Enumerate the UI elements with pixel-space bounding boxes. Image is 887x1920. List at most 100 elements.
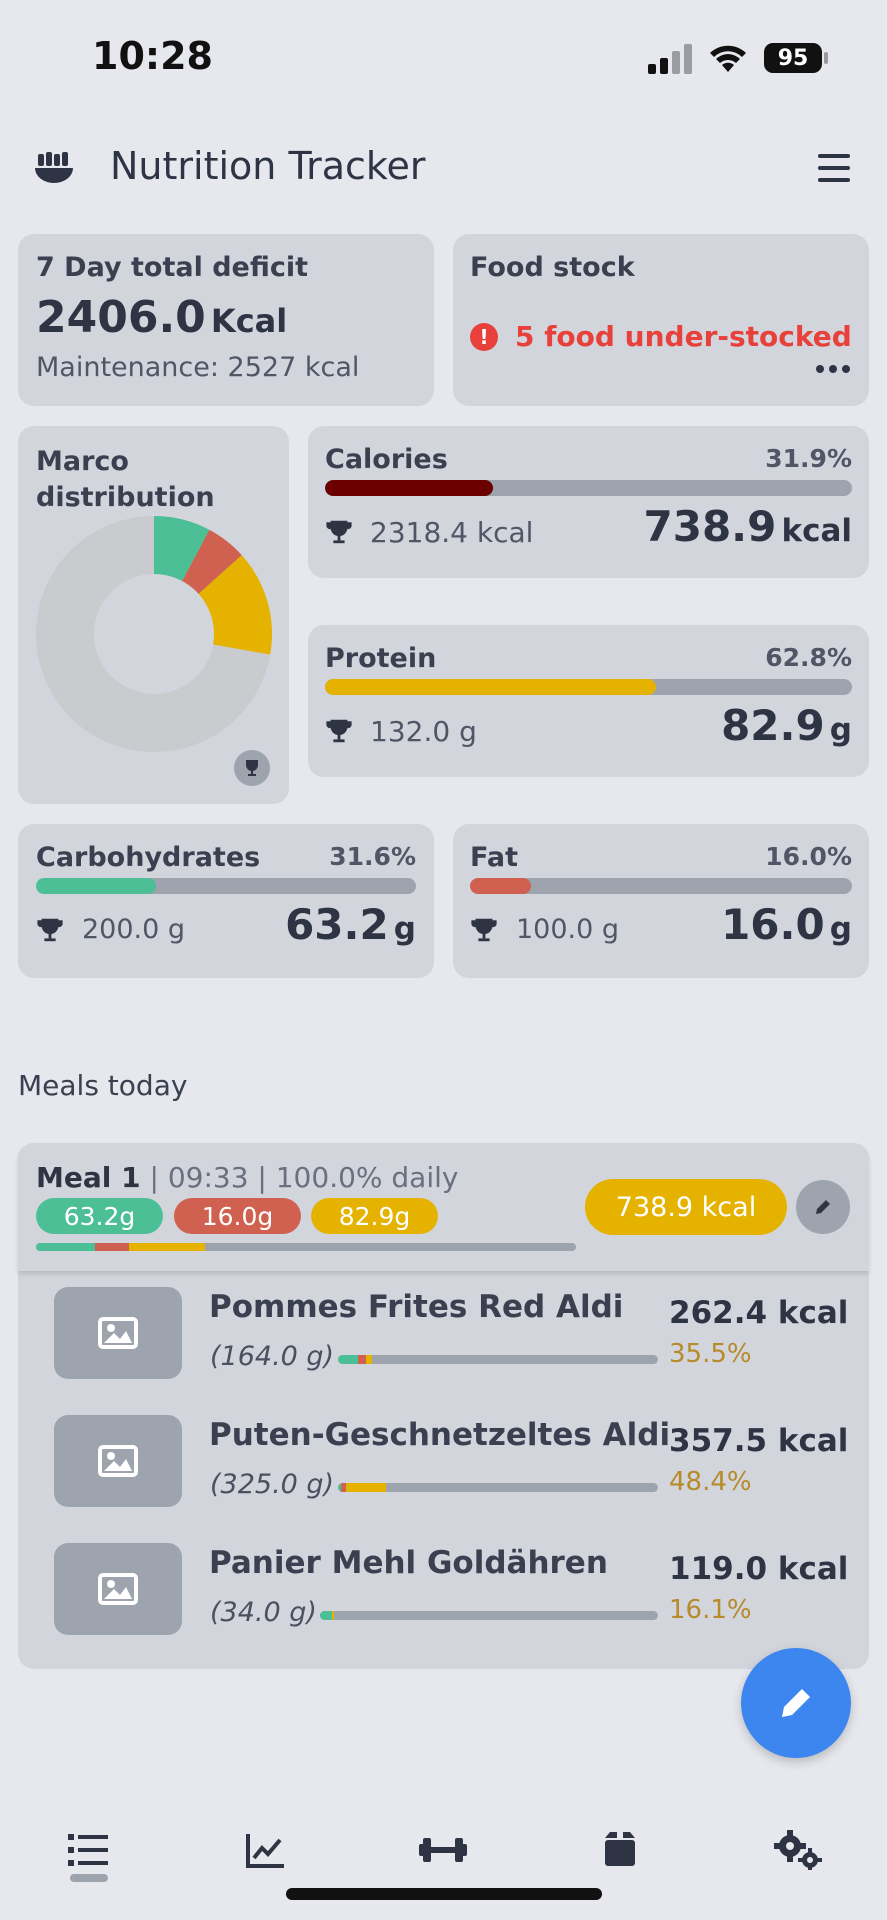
carbohydrates-card: Carbohydrates 31.6% 200.0 g 63.2 g bbox=[18, 824, 434, 978]
food-name: Pommes Frites Red Aldi bbox=[209, 1289, 624, 1325]
food-kcal: 119.0 kcal bbox=[669, 1551, 849, 1587]
calories-card: Calories 31.9% 2318.4 kcal 738.9 kcal bbox=[308, 426, 869, 578]
calories-value: 738.9 bbox=[643, 502, 777, 551]
trophy-icon bbox=[37, 918, 63, 942]
food-macro-bar bbox=[338, 1355, 658, 1364]
trophy-icon[interactable] bbox=[234, 750, 270, 786]
fat-unit: g bbox=[829, 911, 852, 947]
food-percent: 48.4% bbox=[669, 1467, 752, 1497]
chart-icon[interactable] bbox=[236, 1820, 296, 1880]
macro-donut-chart bbox=[36, 516, 272, 752]
carbs-percent: 31.6% bbox=[329, 842, 416, 871]
protein-progress-bar bbox=[325, 679, 852, 695]
list-item[interactable]: Puten-Geschnetzeltes Aldi (325.0 g) 357.… bbox=[18, 1399, 869, 1527]
protein-goal: 132.0 bbox=[370, 715, 451, 748]
protein-unit: g bbox=[829, 712, 852, 748]
deficit-title: 7 Day total deficit bbox=[36, 252, 309, 283]
meals-heading: Meals today bbox=[18, 1069, 188, 1102]
calories-progress-bar bbox=[325, 480, 852, 496]
understock-alert: 5 food under-stocked bbox=[515, 320, 852, 353]
fat-progress-bar bbox=[470, 878, 852, 894]
food-percent: 35.5% bbox=[669, 1339, 752, 1369]
trophy-icon bbox=[326, 719, 352, 743]
protein-percent: 62.8% bbox=[765, 643, 852, 672]
calories-unit: kcal bbox=[781, 513, 852, 549]
home-indicator bbox=[286, 1888, 602, 1900]
wifi-icon bbox=[710, 45, 746, 72]
gears-icon[interactable] bbox=[768, 1820, 828, 1880]
meal-card[interactable]: Meal 1 | 09:33 | 100.0% daily 63.2g 16.0… bbox=[18, 1143, 869, 1669]
carbs-value: 63.2 bbox=[285, 900, 389, 949]
carbs-title: Carbohydrates bbox=[36, 842, 261, 873]
carbs-progress-bar bbox=[36, 878, 416, 894]
deficit-unit: Kcal bbox=[210, 302, 288, 340]
food-stock-card[interactable]: Food stock ! 5 food under-stocked bbox=[453, 234, 869, 406]
alert-icon: ! bbox=[470, 323, 498, 351]
meal-header[interactable]: Meal 1 | 09:33 | 100.0% daily 63.2g 16.0… bbox=[18, 1143, 869, 1271]
food-weight: (325.0 g) bbox=[210, 1469, 335, 1500]
food-weight: (34.0 g) bbox=[210, 1597, 317, 1628]
macro-title: Marco distribution bbox=[36, 446, 215, 513]
battery-level: 95 bbox=[777, 45, 809, 71]
fat-card: Fat 16.0% 100.0 g 16.0 g bbox=[453, 824, 869, 978]
status-time: 10:28 bbox=[92, 34, 213, 78]
carbs-unit: g bbox=[393, 911, 416, 947]
food-percent: 16.1% bbox=[669, 1595, 752, 1625]
meal-fat-badge: 16.0g bbox=[174, 1198, 301, 1234]
calories-goal-unit: kcal bbox=[476, 516, 534, 549]
more-options-icon[interactable] bbox=[816, 365, 852, 375]
meal-kcal-badge: 738.9 kcal bbox=[585, 1179, 787, 1235]
add-food-button[interactable] bbox=[741, 1648, 851, 1758]
trophy-icon bbox=[471, 918, 497, 942]
food-kcal: 262.4 kcal bbox=[669, 1295, 849, 1331]
pencil-icon bbox=[816, 1200, 830, 1214]
protein-value: 82.9 bbox=[721, 701, 825, 750]
meal-protein-badge: 82.9g bbox=[311, 1198, 438, 1234]
macro-distribution-card: Marco distribution bbox=[18, 426, 289, 804]
trophy-icon bbox=[326, 520, 352, 544]
protein-title: Protein bbox=[325, 643, 437, 674]
fat-value: 16.0 bbox=[721, 900, 825, 949]
box-icon[interactable] bbox=[590, 1820, 650, 1880]
carbs-goal-unit: g bbox=[167, 914, 186, 945]
food-weight: (164.0 g) bbox=[210, 1341, 335, 1372]
food-kcal: 357.5 kcal bbox=[669, 1423, 849, 1459]
battery-icon: 95 bbox=[764, 43, 822, 73]
bowl-icon bbox=[35, 152, 73, 183]
image-placeholder-icon bbox=[54, 1543, 182, 1635]
food-macro-bar bbox=[320, 1611, 658, 1620]
list-item[interactable]: Panier Mehl Goldähren (34.0 g) 119.0 kca… bbox=[18, 1527, 869, 1655]
meal-macro-bar bbox=[36, 1243, 576, 1251]
image-placeholder-icon bbox=[54, 1287, 182, 1379]
maintenance-text: Maintenance: 2527 kcal bbox=[36, 352, 360, 383]
fat-title: Fat bbox=[470, 842, 518, 873]
page-title: Nutrition Tracker bbox=[110, 144, 426, 188]
food-name: Puten-Geschnetzeltes Aldi bbox=[209, 1417, 671, 1453]
deficit-value: 2406.0 bbox=[36, 292, 206, 343]
food-macro-bar bbox=[338, 1483, 658, 1492]
image-placeholder-icon bbox=[54, 1415, 182, 1507]
signal-icon bbox=[648, 44, 694, 74]
meal-name: Meal 1 bbox=[36, 1161, 141, 1194]
list-icon[interactable] bbox=[58, 1820, 118, 1880]
carbs-goal: 200.0 bbox=[82, 914, 160, 945]
deficit-card: 7 Day total deficit 2406.0 Kcal Maintena… bbox=[18, 234, 434, 406]
protein-card: Protein 62.8% 132.0 g 82.9 g bbox=[308, 625, 869, 777]
fat-goal-unit: g bbox=[601, 914, 620, 945]
fat-percent: 16.0% bbox=[765, 842, 852, 871]
food-name: Panier Mehl Goldähren bbox=[209, 1545, 608, 1581]
food-stock-title: Food stock bbox=[470, 252, 635, 283]
active-tab-indicator bbox=[70, 1874, 108, 1882]
edit-meal-button[interactable] bbox=[796, 1180, 850, 1234]
list-item[interactable]: Pommes Frites Red Aldi (164.0 g) 262.4 k… bbox=[18, 1271, 869, 1399]
calories-percent: 31.9% bbox=[765, 444, 852, 473]
meal-carbs-badge: 63.2g bbox=[36, 1198, 163, 1234]
dumbbell-icon[interactable] bbox=[413, 1820, 473, 1880]
meal-meta: | 09:33 | 100.0% daily bbox=[149, 1161, 459, 1194]
pencil-icon bbox=[782, 1686, 813, 1717]
protein-goal-unit: g bbox=[459, 715, 477, 748]
calories-title: Calories bbox=[325, 444, 448, 475]
hamburger-menu-icon[interactable] bbox=[818, 154, 850, 184]
fat-goal: 100.0 bbox=[516, 914, 594, 945]
calories-goal: 2318.4 bbox=[370, 516, 468, 549]
